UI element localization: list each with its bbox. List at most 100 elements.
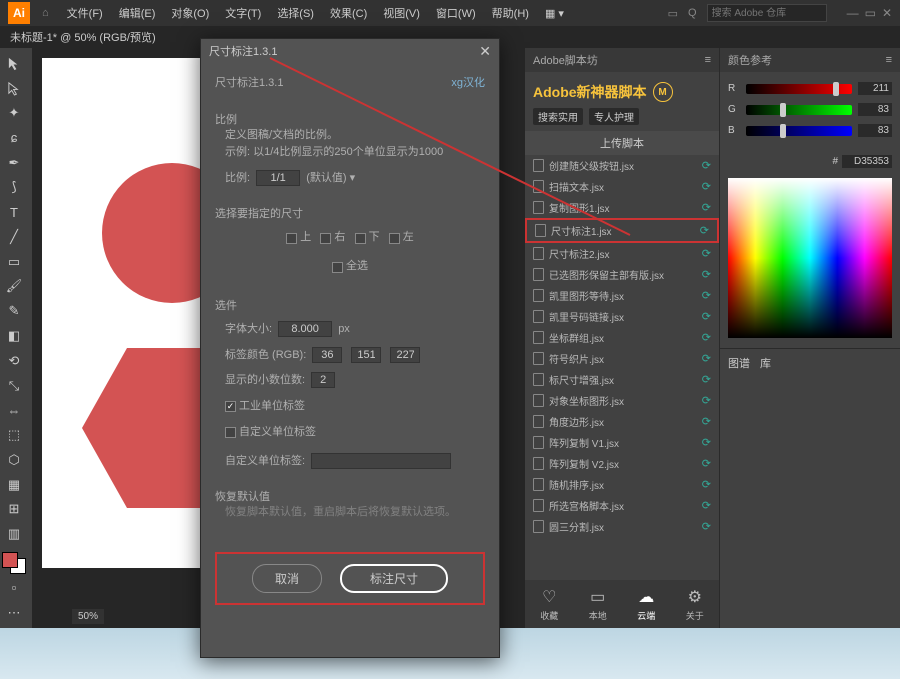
script-item[interactable]: 标尺寸增强.jsx⟳ [525,369,719,390]
search-icon[interactable]: Q [688,7,697,19]
line-tool-icon[interactable]: ╱ [2,225,26,248]
hex-value[interactable]: D35353 [842,155,892,168]
r-slider[interactable] [746,84,852,94]
chevron-down-icon[interactable]: ▾ [350,172,356,184]
gradient-tool-icon[interactable]: ▥ [2,523,26,546]
custom-unit-input[interactable] [311,453,451,469]
selection-tool-icon[interactable] [2,52,26,75]
curvature-tool-icon[interactable]: ⟆ [2,176,26,199]
refresh-icon[interactable]: ⟳ [702,394,711,407]
script-item[interactable]: 角度边形.jsx⟳ [525,411,719,432]
type-tool-icon[interactable]: T [2,201,26,224]
menu-window[interactable]: 窗口(W) [430,2,482,24]
refresh-icon[interactable]: ⟳ [702,436,711,449]
refresh-icon[interactable]: ⟳ [700,224,709,237]
chk-down[interactable]: 下 [355,229,380,247]
nav-favorites[interactable]: ♡收藏 [540,587,558,622]
script-item[interactable]: 随机排序.jsx⟳ [525,474,719,495]
window-close-icon[interactable]: ✕ [882,6,892,20]
script-item[interactable]: 凯里图形等待.jsx⟳ [525,285,719,306]
color-r-input[interactable] [312,347,342,363]
g-slider[interactable] [746,105,852,115]
menu-help[interactable]: 帮助(H) [486,2,535,24]
script-item[interactable]: 凯里号码链接.jsx⟳ [525,306,719,327]
tag-practical[interactable]: 搜索实用 [533,108,583,125]
g-value[interactable]: 83 [858,103,892,116]
pen-tool-icon[interactable]: ✒ [2,151,26,174]
script-item[interactable]: 复制图形1.jsx⟳ [525,197,719,218]
refresh-icon[interactable]: ⟳ [702,310,711,323]
screen-mode-icon[interactable]: ▫ [2,576,26,599]
script-item[interactable]: 符号织片.jsx⟳ [525,348,719,369]
tab-library[interactable]: 库 [760,355,771,371]
script-item[interactable]: 尺寸标注2.jsx⟳ [525,243,719,264]
chk-custom[interactable]: 自定义单位标签 [225,424,316,442]
menu-edit[interactable]: 编辑(E) [113,2,162,24]
perspective-tool-icon[interactable]: ▦ [2,473,26,496]
edit-toolbar-icon[interactable]: ⋯ [2,601,26,624]
color-b-input[interactable] [390,347,420,363]
rotate-tool-icon[interactable]: ⟲ [2,349,26,372]
r-value[interactable]: 211 [858,82,892,95]
refresh-icon[interactable]: ⟳ [702,289,711,302]
width-tool-icon[interactable]: ⇔ [2,399,26,422]
ok-button[interactable]: 标注尺寸 [340,564,448,593]
refresh-icon[interactable]: ⟳ [702,180,711,193]
lasso-tool-icon[interactable]: ɕ [2,126,26,149]
chk-industrial[interactable]: 工业单位标签 [225,398,305,416]
script-item[interactable]: 圆三分割.jsx⟳ [525,516,719,537]
cancel-button[interactable]: 取消 [252,564,322,593]
refresh-icon[interactable]: ⟳ [702,499,711,512]
paintbrush-tool-icon[interactable]: 🖌 [2,275,26,298]
script-item[interactable]: 阵列复制 V2.jsx⟳ [525,453,719,474]
menu-effect[interactable]: 效果(C) [324,2,373,24]
font-size-input[interactable] [278,321,332,337]
color-spectrum[interactable] [728,178,892,338]
free-transform-tool-icon[interactable]: ⬚ [2,424,26,447]
menu-select[interactable]: 选择(S) [271,2,320,24]
shaper-tool-icon[interactable]: ✎ [2,300,26,323]
shape-builder-tool-icon[interactable]: ⬡ [2,449,26,472]
tab-spectrum[interactable]: 图谱 [728,355,750,371]
menu-file[interactable]: 文件(F) [61,2,109,24]
refresh-icon[interactable]: ⟳ [702,331,711,344]
eraser-tool-icon[interactable]: ◧ [2,325,26,348]
close-icon[interactable]: ✕ [479,43,491,60]
refresh-icon[interactable]: ⟳ [702,457,711,470]
script-item[interactable]: 阵列复制 V1.jsx⟳ [525,432,719,453]
refresh-icon[interactable]: ⟳ [702,373,711,386]
chk-all[interactable]: 全选 [332,258,368,276]
topbar-layout-icon[interactable]: ▭ [668,7,678,20]
dialog-titlebar[interactable]: 尺寸标注1.3.1 ✕ [201,39,499,63]
scale-input[interactable] [256,170,300,186]
fill-stroke-swatch[interactable] [2,552,26,575]
refresh-icon[interactable]: ⟳ [702,159,711,172]
refresh-icon[interactable]: ⟳ [702,247,711,260]
refresh-icon[interactable]: ⟳ [702,268,711,281]
window-restore-icon[interactable]: ▭ [865,6,876,20]
script-item[interactable]: 尺寸标注1.jsx⟳ [525,218,719,243]
chk-left[interactable]: 左 [389,229,414,247]
refresh-icon[interactable]: ⟳ [702,478,711,491]
script-item[interactable]: 对象坐标图形.jsx⟳ [525,390,719,411]
refresh-icon[interactable]: ⟳ [702,352,711,365]
nav-cloud[interactable]: ☁云端 [637,587,655,622]
menu-extra-icon[interactable]: ▦ ▾ [539,4,570,23]
direct-select-tool-icon[interactable] [2,77,26,100]
window-minimize-icon[interactable]: — [847,6,859,20]
script-item[interactable]: 创建随父级按钮.jsx⟳ [525,155,719,176]
upload-tab[interactable]: 上传脚本 [525,131,719,155]
menu-type[interactable]: 文字(T) [219,2,267,24]
refresh-icon[interactable]: ⟳ [702,415,711,428]
chk-right[interactable]: 右 [320,229,345,247]
chk-up[interactable]: 上 [286,229,311,247]
scale-tool-icon[interactable]: ⤡ [2,374,26,397]
dialog-lang-link[interactable]: xg汉化 [451,75,485,93]
script-item[interactable]: 坐标群组.jsx⟳ [525,327,719,348]
b-slider[interactable] [746,126,852,136]
script-item[interactable]: 已选图形保留主部有版.jsx⟳ [525,264,719,285]
refresh-icon[interactable]: ⟳ [702,520,711,533]
menu-object[interactable]: 对象(O) [165,2,215,24]
magic-wand-tool-icon[interactable]: ✦ [2,102,26,125]
search-input[interactable] [707,4,827,22]
